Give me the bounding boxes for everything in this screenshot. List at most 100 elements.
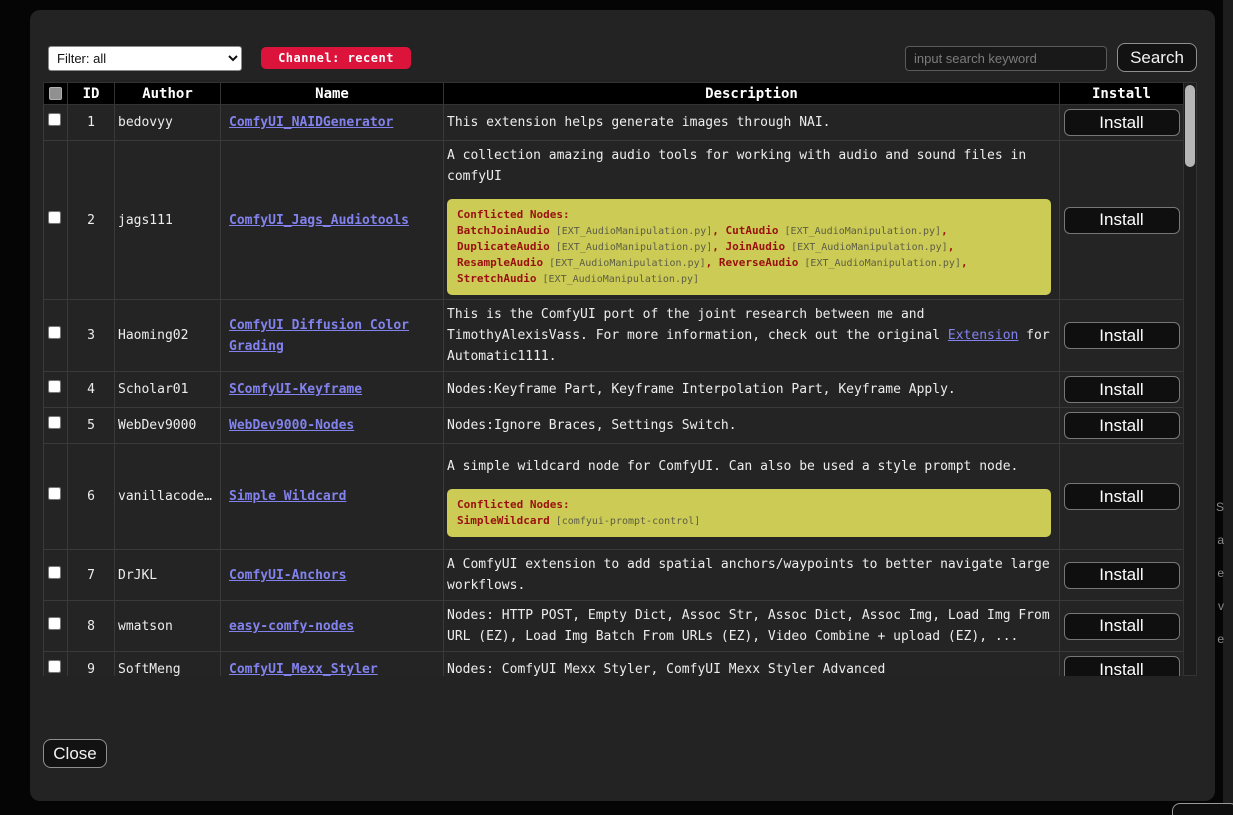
install-button[interactable]: Install <box>1064 376 1180 403</box>
table-body: 1 bedovyy ComfyUI_NAIDGenerator This ext… <box>44 105 1184 677</box>
row-name-link[interactable]: ComfyUI_NAIDGenerator <box>229 115 393 130</box>
row-id: 3 <box>68 300 115 372</box>
partial-button[interactable] <box>1172 803 1233 815</box>
conflict-node-name: ReverseAudio <box>719 256 798 269</box>
occluded-text-fragment: S <box>1216 500 1224 514</box>
table-row: 1 bedovyy ComfyUI_NAIDGenerator This ext… <box>44 105 1184 141</box>
conflict-title: Conflicted Nodes: <box>457 497 1041 512</box>
custom-nodes-dialog: Filter: all Channel: recent Search ID Au… <box>30 10 1215 801</box>
row-name-link[interactable]: WebDev9000-Nodes <box>229 418 354 433</box>
header-author: Author <box>115 83 221 105</box>
conflict-box: Conflicted Nodes: BatchJoinAudio [EXT_Au… <box>447 199 1051 295</box>
table-row: 3 Haoming02 ComfyUI Diffusion Color Grad… <box>44 300 1184 372</box>
table-row: 8 wmatson easy-comfy-nodes Nodes: HTTP P… <box>44 601 1184 652</box>
row-name-link[interactable]: ComfyUI_Mexx_Styler <box>229 662 378 676</box>
row-author: SoftMeng <box>115 652 221 677</box>
conflict-node-source: [EXT_AudioManipulation.py] <box>785 242 948 253</box>
row-description: This is the ComfyUI port of the joint re… <box>444 300 1060 372</box>
row-id: 8 <box>68 601 115 652</box>
description-text: This extension helps generate images thr… <box>447 112 1053 133</box>
row-author: wmatson <box>115 601 221 652</box>
row-id: 2 <box>68 141 115 300</box>
table-row: 7 DrJKL ComfyUI-Anchors A ComfyUI extens… <box>44 550 1184 601</box>
description-link[interactable]: Extension <box>948 328 1018 343</box>
install-button[interactable]: Install <box>1064 483 1180 510</box>
row-checkbox[interactable] <box>48 416 61 429</box>
row-name-link[interactable]: ComfyUI Diffusion Color Grading <box>229 318 409 354</box>
row-id: 9 <box>68 652 115 677</box>
row-checkbox[interactable] <box>48 211 61 224</box>
description-text: Nodes:Ignore Braces, Settings Switch. <box>447 415 1053 436</box>
table-row: 4 Scholar01 SComfyUI-Keyframe Nodes:Keyf… <box>44 372 1184 408</box>
header-id: ID <box>68 83 115 105</box>
row-name-link[interactable]: Simple Wildcard <box>229 489 346 504</box>
conflict-node-source: [EXT_AudioManipulation.py] <box>779 226 942 237</box>
install-button[interactable]: Install <box>1064 207 1180 234</box>
nodes-table: ID Author Name Description Install 1 bed… <box>43 82 1197 676</box>
row-checkbox[interactable] <box>48 617 61 630</box>
occluded-text-fragment: v <box>1218 599 1224 613</box>
table-scrollbar[interactable] <box>1183 82 1197 676</box>
table-scrollbar-thumb[interactable] <box>1185 85 1195 167</box>
page-edge-fragments: Saeve <box>1215 0 1233 815</box>
row-name-link[interactable]: easy-comfy-nodes <box>229 619 354 634</box>
table-row: 2 jags111 ComfyUI_Jags_Audiotools A coll… <box>44 141 1184 300</box>
description-text: A ComfyUI extension to add spatial ancho… <box>447 554 1053 596</box>
description-text: This is the ComfyUI port of the joint re… <box>447 304 1053 367</box>
row-author: Scholar01 <box>115 372 221 408</box>
occluded-text-fragment: e <box>1217 632 1224 646</box>
conflict-node-name: CutAudio <box>726 224 779 237</box>
row-checkbox[interactable] <box>48 487 61 500</box>
description-text: A simple wildcard node for ComfyUI. Can … <box>447 456 1053 477</box>
install-button[interactable]: Install <box>1064 656 1180 676</box>
table-row: 6 vanillacode… Simple Wildcard A simple … <box>44 444 1184 550</box>
row-checkbox[interactable] <box>48 326 61 339</box>
description-text: Nodes:Keyframe Part, Keyframe Interpolat… <box>447 379 1053 400</box>
description-text: Nodes: ComfyUI Mexx Styler, ComfyUI Mexx… <box>447 659 1053 676</box>
row-author: DrJKL <box>115 550 221 601</box>
conflict-list: BatchJoinAudio [EXT_AudioManipulation.py… <box>457 223 1041 287</box>
conflict-node-name: DuplicateAudio <box>457 240 550 253</box>
row-author: jags111 <box>115 141 221 300</box>
conflict-node-source: [EXT_AudioManipulation.py] <box>543 258 706 269</box>
description-text: A collection amazing audio tools for wor… <box>447 145 1053 187</box>
conflict-node-name: JoinAudio <box>726 240 786 253</box>
conflict-node-name: ResampleAudio <box>457 256 543 269</box>
row-description: A collection amazing audio tools for wor… <box>444 141 1060 300</box>
row-checkbox[interactable] <box>48 380 61 393</box>
row-description: This extension helps generate images thr… <box>444 105 1060 141</box>
row-name-link[interactable]: ComfyUI-Anchors <box>229 568 346 583</box>
row-author: Haoming02 <box>115 300 221 372</box>
search-input[interactable] <box>905 46 1107 71</box>
install-button[interactable]: Install <box>1064 412 1180 439</box>
conflict-list: SimpleWildcard [comfyui-prompt-control] <box>457 513 1041 529</box>
row-checkbox[interactable] <box>48 660 61 673</box>
conflict-node-name: BatchJoinAudio <box>457 224 550 237</box>
search-button[interactable]: Search <box>1117 43 1197 72</box>
install-button[interactable]: Install <box>1064 562 1180 589</box>
occluded-text-fragment: e <box>1217 566 1224 580</box>
row-description: A simple wildcard node for ComfyUI. Can … <box>444 444 1060 550</box>
description-text: Nodes: HTTP POST, Empty Dict, Assoc Str,… <box>447 605 1053 647</box>
row-checkbox[interactable] <box>48 113 61 126</box>
row-description: A ComfyUI extension to add spatial ancho… <box>444 550 1060 601</box>
conflict-node-source: [comfyui-prompt-control] <box>550 516 701 527</box>
page-scrollbar[interactable] <box>1223 0 1233 815</box>
conflict-node-source: [EXT_AudioManipulation.py] <box>798 258 961 269</box>
install-button[interactable]: Install <box>1064 109 1180 136</box>
install-button[interactable]: Install <box>1064 613 1180 640</box>
row-checkbox[interactable] <box>48 566 61 579</box>
row-name-link[interactable]: ComfyUI_Jags_Audiotools <box>229 213 409 228</box>
row-name-link[interactable]: SComfyUI-Keyframe <box>229 382 362 397</box>
conflict-node-source: [EXT_AudioManipulation.py] <box>536 274 699 285</box>
row-id: 1 <box>68 105 115 141</box>
header-install: Install <box>1060 83 1184 105</box>
install-button[interactable]: Install <box>1064 322 1180 349</box>
row-description: Nodes:Ignore Braces, Settings Switch. <box>444 408 1060 444</box>
row-id: 5 <box>68 408 115 444</box>
filter-select[interactable]: Filter: all <box>48 46 242 71</box>
header-description: Description <box>444 83 1060 105</box>
close-button[interactable]: Close <box>43 739 107 768</box>
conflict-title: Conflicted Nodes: <box>457 207 1041 222</box>
select-all-checkbox[interactable] <box>49 87 62 100</box>
